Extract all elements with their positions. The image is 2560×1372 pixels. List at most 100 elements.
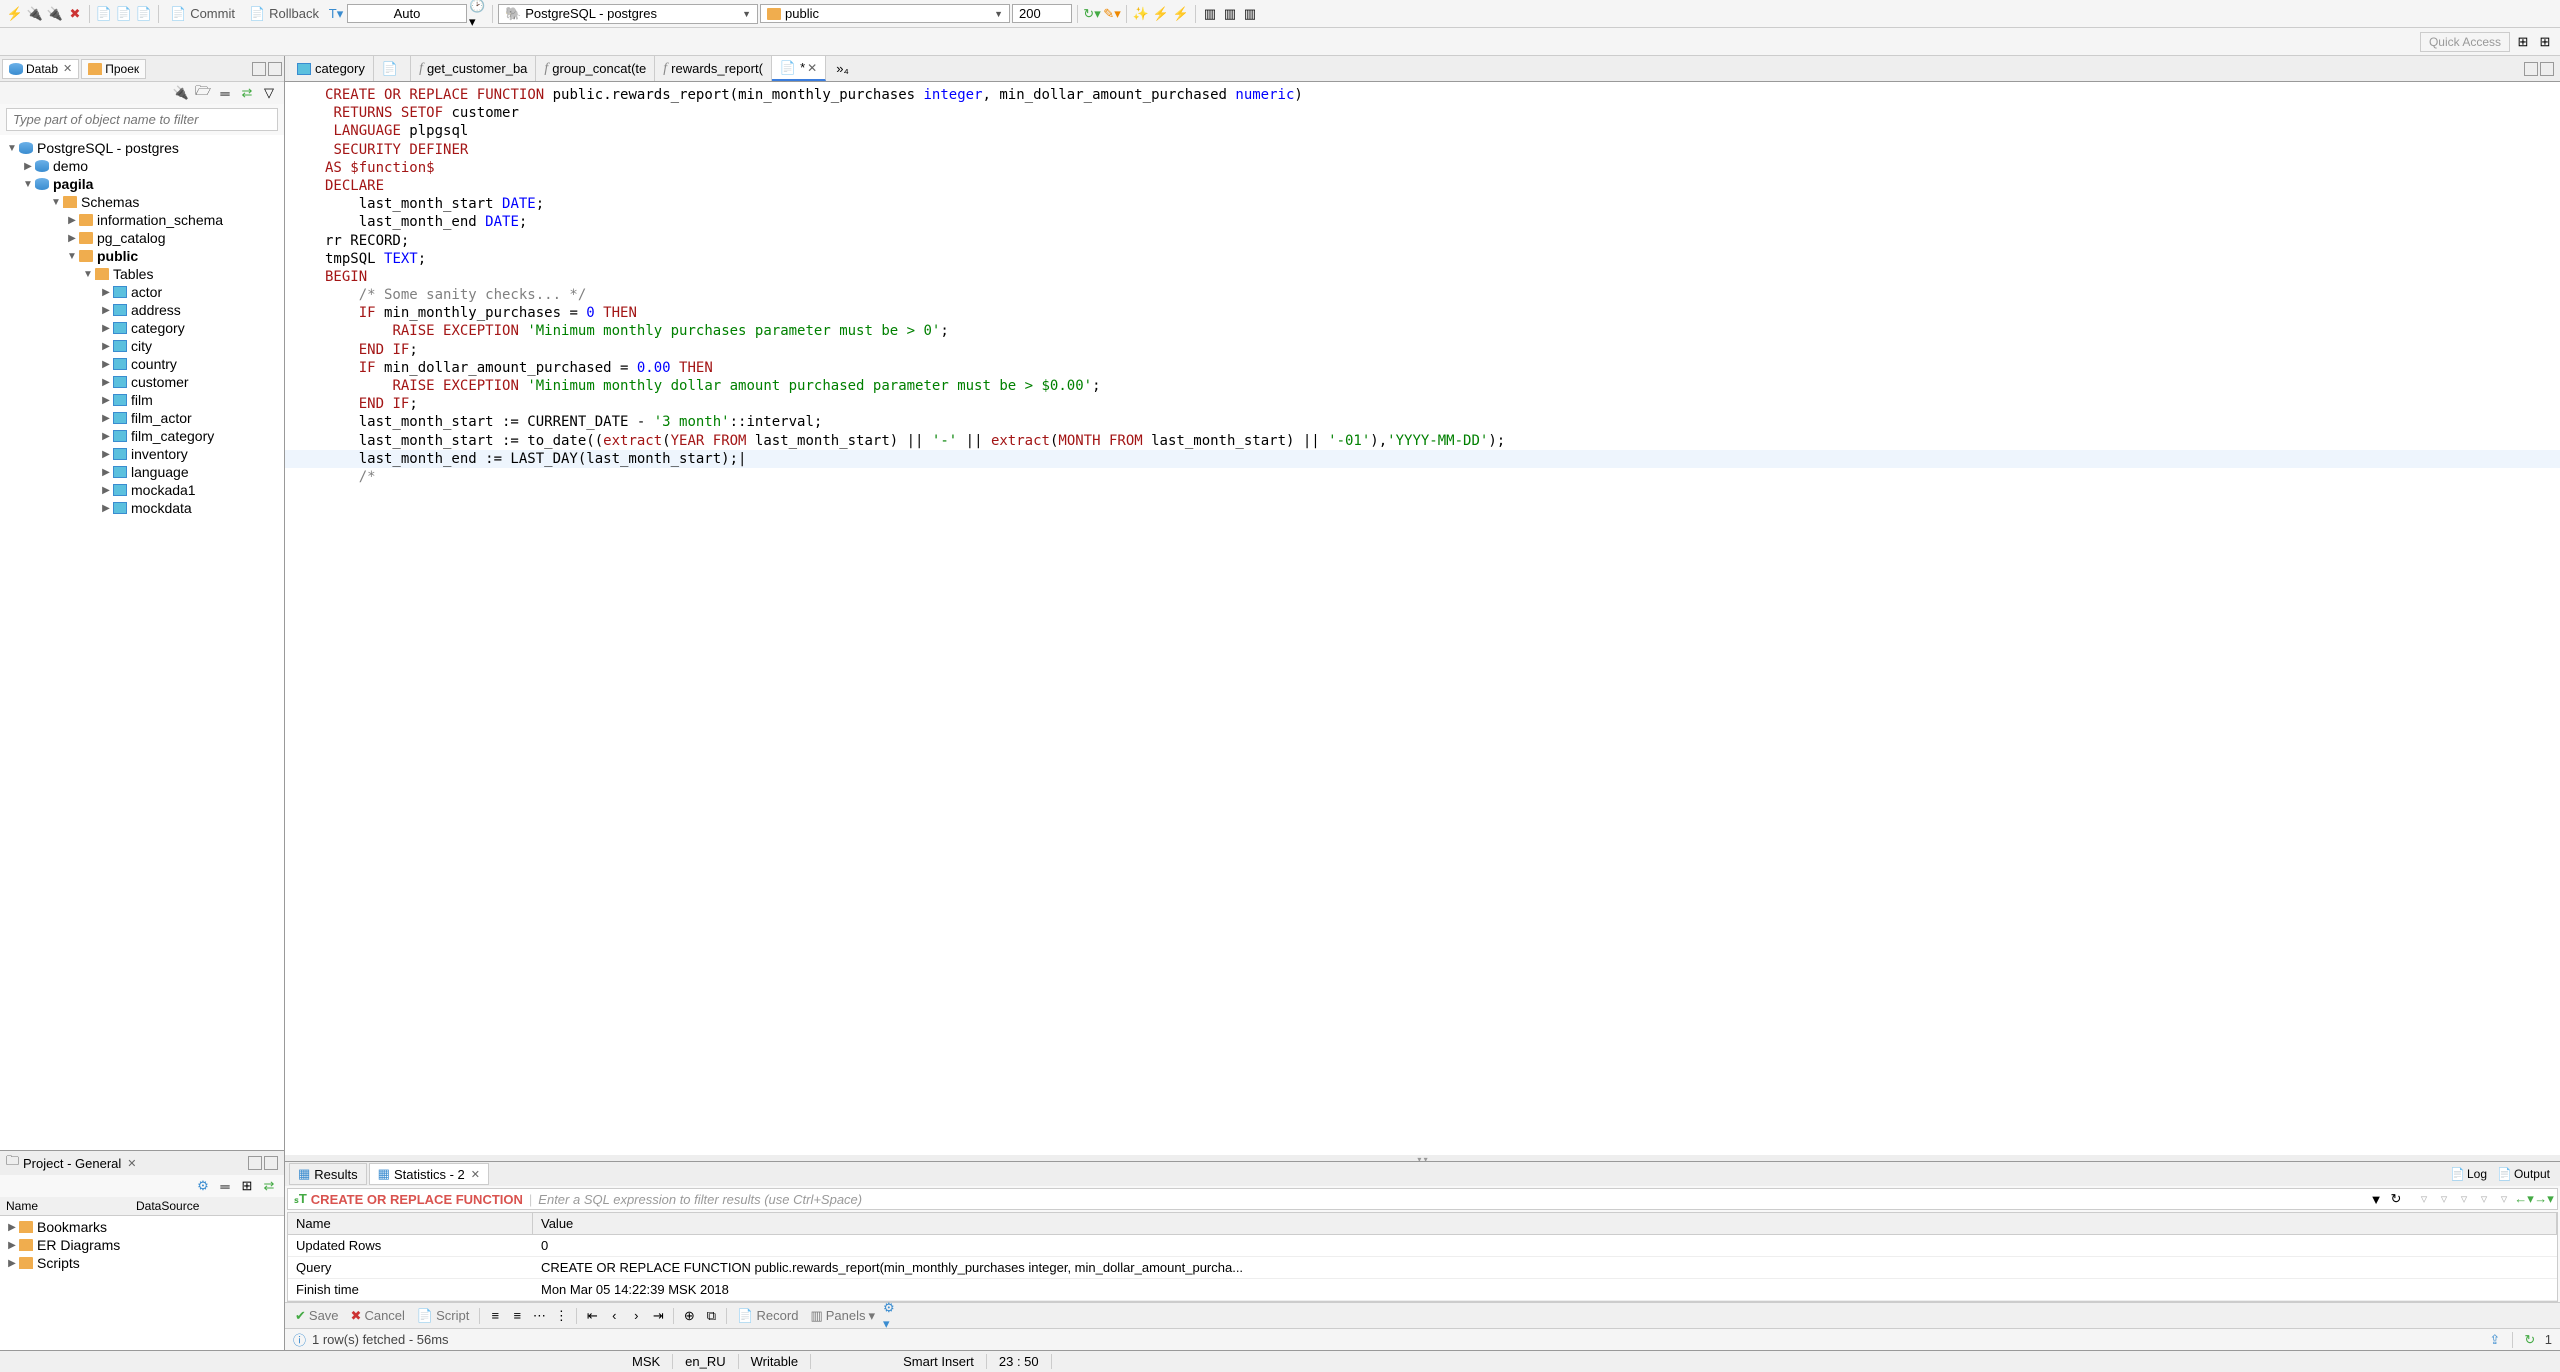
edit3-icon[interactable]: ⋯ — [530, 1307, 548, 1325]
refresh-icon[interactable]: ↻ — [2521, 1331, 2539, 1349]
connection-combo[interactable]: 🐘 PostgreSQL - postgres ▼ — [498, 4, 758, 24]
toggle-icon[interactable]: ▶ — [100, 323, 112, 334]
code-line[interactable]: tmpSQL TEXT; — [285, 250, 2560, 268]
code-line[interactable]: END IF; — [285, 341, 2560, 359]
nav-collapse-icon[interactable]: ═ — [216, 84, 234, 102]
tree-item[interactable]: ▶information_schema — [0, 211, 284, 229]
code-line[interactable]: END IF; — [285, 395, 2560, 413]
export-icon[interactable]: ⇪ — [2486, 1331, 2504, 1349]
toggle-icon[interactable]: ▶ — [6, 1222, 18, 1233]
editor-tab[interactable]: 📄 — [374, 56, 411, 81]
tree-item[interactable]: ▼Tables — [0, 265, 284, 283]
tree-item[interactable]: ▶customer — [0, 373, 284, 391]
gear-icon[interactable]: ⚙ — [194, 1177, 212, 1195]
code-line[interactable]: RETURNS SETOF customer — [285, 104, 2560, 122]
editor-tab[interactable]: 📄*✕ — [772, 56, 826, 81]
next-icon[interactable]: →▾ — [2535, 1190, 2553, 1208]
panel2-icon[interactable]: ▥ — [1221, 5, 1239, 23]
collapse-icon[interactable]: ═ — [216, 1177, 234, 1195]
panel3-icon[interactable]: ▥ — [1241, 5, 1259, 23]
edit4-icon[interactable]: ⋮ — [552, 1307, 570, 1325]
panel1-icon[interactable]: ▥ — [1201, 5, 1219, 23]
tree-item[interactable]: ▼PostgreSQL - postgres — [0, 139, 284, 157]
code-line[interactable]: /* Some sanity checks... */ — [285, 286, 2560, 304]
toggle-icon[interactable]: ▶ — [100, 305, 112, 316]
project-item[interactable]: ▶Scripts — [0, 1254, 284, 1272]
toggle-icon[interactable]: ▶ — [100, 377, 112, 388]
code-line[interactable]: DECLARE — [285, 177, 2560, 195]
editor-tab[interactable]: fgroup_concat(te — [536, 56, 655, 81]
code-line[interactable]: last_month_end := LAST_DAY(last_month_st… — [285, 450, 2560, 468]
toggle-icon[interactable]: ▶ — [100, 413, 112, 424]
code-line[interactable]: rr RECORD; — [285, 232, 2560, 250]
nav-link-icon[interactable]: ⇄ — [238, 84, 256, 102]
toggle-icon[interactable]: ▼ — [82, 269, 94, 280]
close-icon[interactable]: ✕ — [63, 62, 72, 75]
close-icon[interactable]: ✕ — [127, 1157, 136, 1170]
toggle-icon[interactable]: ▶ — [6, 1258, 18, 1269]
nav-menu-icon[interactable]: ▽ — [260, 84, 278, 102]
toggle-icon[interactable]: ▶ — [100, 359, 112, 370]
toggle-icon[interactable]: ▶ — [100, 287, 112, 298]
project-item[interactable]: ▶Bookmarks — [0, 1218, 284, 1236]
tree-item[interactable]: ▶film — [0, 391, 284, 409]
last-icon[interactable]: ⇥ — [649, 1307, 667, 1325]
code-line[interactable]: CREATE OR REPLACE FUNCTION public.reward… — [285, 86, 2560, 104]
nav-filter-icon[interactable]: 🗁 — [194, 84, 212, 102]
close-icon[interactable]: ✕ — [807, 61, 817, 75]
wand-icon[interactable]: ✨ — [1132, 5, 1150, 23]
rollback-button[interactable]: 📄Rollback — [243, 4, 325, 24]
edit1-icon[interactable]: ≡ — [486, 1307, 504, 1325]
add-row-icon[interactable]: ⊕ — [680, 1307, 698, 1325]
maximize-icon[interactable] — [264, 1156, 278, 1170]
sql-editor-icon[interactable]: 📄 — [95, 5, 113, 23]
code-line[interactable]: last_month_start := CURRENT_DATE - '3 mo… — [285, 413, 2560, 431]
grid-row[interactable]: QueryCREATE OR REPLACE FUNCTION public.r… — [288, 1257, 2557, 1279]
navigator-filter-input[interactable] — [6, 108, 278, 131]
tree-item[interactable]: ▶inventory — [0, 445, 284, 463]
grid-header-value[interactable]: Value — [533, 1213, 2557, 1234]
code-line[interactable]: RAISE EXCEPTION 'Minimum monthly purchas… — [285, 322, 2560, 340]
code-line[interactable]: BEGIN — [285, 268, 2560, 286]
grid-header-name[interactable]: Name — [288, 1213, 533, 1234]
funnel3-icon[interactable]: ▿ — [2455, 1190, 2473, 1208]
grid-row[interactable]: Finish timeMon Mar 05 14:22:39 MSK 2018 — [288, 1279, 2557, 1301]
perspective2-icon[interactable]: ⊞ — [2536, 33, 2554, 51]
tab-overflow[interactable]: »₄ — [830, 59, 855, 78]
gear-icon[interactable]: ⚙ ▾ — [883, 1307, 901, 1325]
tree-item[interactable]: ▼public — [0, 247, 284, 265]
cancel-button[interactable]: ✖Cancel — [347, 1307, 409, 1325]
tab-projects[interactable]: Проек — [81, 59, 146, 79]
minimize-icon[interactable] — [248, 1156, 262, 1170]
code-line[interactable]: IF min_monthly_purchases = 0 THEN — [285, 304, 2560, 322]
connect-icon[interactable]: 🔌 — [26, 5, 44, 23]
log-button[interactable]: 📄Log — [2446, 1166, 2491, 1182]
refresh-icon[interactable]: ↻▾ — [1083, 5, 1101, 23]
code-line[interactable]: last_month_start := to_date((extract(YEA… — [285, 432, 2560, 450]
tree-item[interactable]: ▶actor — [0, 283, 284, 301]
toggle-icon[interactable]: ▶ — [100, 341, 112, 352]
quick-access-button[interactable]: Quick Access — [2420, 32, 2510, 52]
tree-item[interactable]: ▶category — [0, 319, 284, 337]
toggle-icon[interactable]: ▼ — [6, 143, 18, 154]
new-sql-icon[interactable]: 📄 — [135, 5, 153, 23]
dropdown-icon[interactable]: ▼ — [2367, 1190, 2385, 1208]
funnel5-icon[interactable]: ▿ — [2495, 1190, 2513, 1208]
toggle-icon[interactable]: ▶ — [100, 395, 112, 406]
toggle-icon[interactable]: ▶ — [22, 161, 34, 172]
copy-row-icon[interactable]: ⧉ — [702, 1307, 720, 1325]
minimize-icon[interactable] — [252, 62, 266, 76]
output-button[interactable]: 📄Output — [2493, 1166, 2554, 1182]
tree-item[interactable]: ▶mockdata — [0, 499, 284, 517]
tree-item[interactable]: ▼Schemas — [0, 193, 284, 211]
tree-item[interactable]: ▼pagila — [0, 175, 284, 193]
toggle-icon[interactable]: ▶ — [100, 449, 112, 460]
code-line[interactable]: LANGUAGE plpgsql — [285, 122, 2560, 140]
save-button[interactable]: ✔Save — [291, 1307, 343, 1325]
code-line[interactable]: RAISE EXCEPTION 'Minimum monthly dollar … — [285, 377, 2560, 395]
script-button[interactable]: 📄Script — [413, 1307, 473, 1325]
maximize-icon[interactable] — [2540, 62, 2554, 76]
toggle-icon[interactable]: ▼ — [66, 251, 78, 262]
code-line[interactable]: AS $function$ — [285, 159, 2560, 177]
tree-item[interactable]: ▶pg_catalog — [0, 229, 284, 247]
